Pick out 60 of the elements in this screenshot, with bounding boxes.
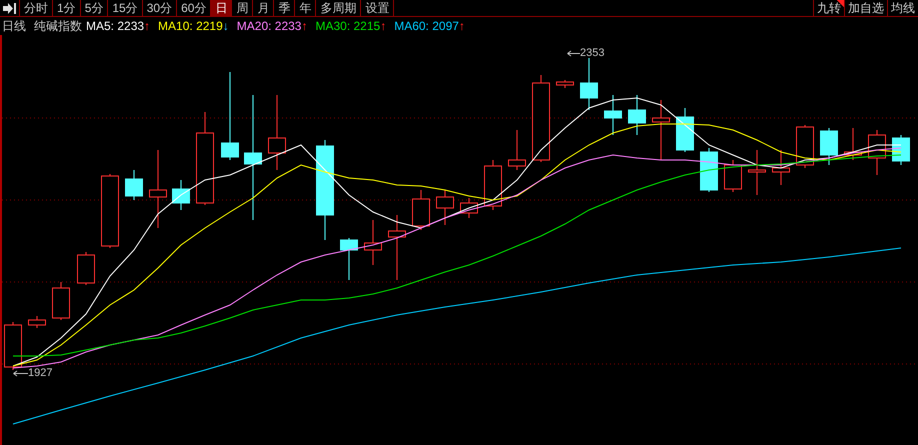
toolbar-button[interactable]: 均线 [887, 0, 918, 16]
toolbar-button[interactable]: 九转 [813, 0, 844, 16]
candlestick [28, 316, 46, 328]
sidebar-toggle-icon[interactable] [0, 0, 20, 16]
moving-average-value: MA30: 2215 [315, 18, 380, 35]
trend-arrow: ↑ [301, 18, 308, 35]
candlestick [125, 170, 143, 200]
candlestick [748, 150, 766, 196]
candlestick [508, 130, 526, 170]
candlestick [604, 94, 622, 136]
candlestick [796, 124, 814, 168]
candlestick [364, 220, 382, 266]
period-tab[interactable]: 周 [232, 0, 254, 16]
candlestick [676, 108, 694, 152]
moving-average-value: MA10: 2219 [158, 18, 223, 35]
pointer-arrow-icon [13, 370, 28, 377]
trend-arrow: ↑ [380, 18, 386, 35]
candlestick [460, 198, 478, 218]
candlestick [4, 322, 22, 370]
candlestick [172, 180, 190, 210]
period-label: 日线 [2, 18, 26, 35]
candlestick [484, 160, 502, 210]
moving-average-value: MA5: 2233 [86, 18, 144, 35]
candlestick [436, 190, 454, 226]
period-tab[interactable]: 月 [253, 0, 274, 16]
period-tab[interactable]: 15分 [108, 0, 143, 16]
trend-arrow: ↓ [222, 18, 229, 35]
candlestick [52, 282, 70, 320]
pointer-arrow-icon [567, 50, 580, 57]
period-tab[interactable]: 年 [295, 0, 316, 16]
instrument-name: 纯碱指数 [34, 18, 82, 35]
candlestick [772, 150, 790, 186]
period-tab[interactable]: 1分 [53, 0, 81, 16]
candlestick [652, 100, 670, 160]
moving-average-value: MA60: 2097 [394, 18, 459, 35]
period-tab[interactable]: 多周期 [316, 0, 362, 16]
candlestick [77, 252, 95, 286]
period-tab[interactable]: 30分 [142, 0, 178, 16]
candlestick [820, 128, 838, 166]
candlestick [340, 238, 358, 280]
period-tab[interactable]: 5分 [80, 0, 108, 16]
candlestick [412, 190, 430, 230]
toolbar-button[interactable]: 加自选 [844, 0, 887, 16]
trend-arrow: ↑ [458, 18, 465, 35]
period-tab[interactable]: 分时 [20, 0, 53, 16]
period-tab[interactable]: 设置 [361, 0, 394, 16]
candlestick [700, 148, 718, 192]
candlestick [892, 134, 910, 166]
low-price-label: 1927 [28, 367, 52, 380]
candlestick [628, 94, 646, 136]
candlestick [844, 128, 862, 160]
moving-average-value: MA20: 2233 [236, 18, 302, 35]
candlestick [724, 160, 742, 192]
trend-arrow: ↑ [144, 18, 150, 35]
candlestick [868, 130, 886, 176]
period-tab[interactable]: 季 [274, 0, 296, 16]
candlestick [388, 214, 406, 280]
period-tab[interactable]: 日 [211, 0, 232, 16]
high-price-label: 2353 [580, 47, 604, 60]
candlestick [580, 58, 598, 110]
